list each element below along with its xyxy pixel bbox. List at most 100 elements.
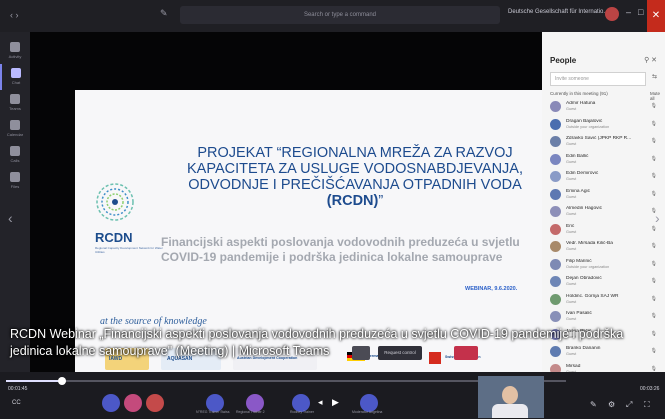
participant-row[interactable]: Dragan Bajalović Outside your organizatio… — [542, 116, 665, 134]
participant-role: Guest — [566, 159, 577, 164]
slide-title: PROJEKAT “REGIONALNA MREŽA ZA RAZVOJ KAP… — [175, 145, 535, 209]
rail-item-label: Calls — [10, 158, 20, 163]
rail-item-calls[interactable]: Calls — [0, 142, 30, 168]
microphone-icon[interactable]: 🎙 — [651, 138, 657, 144]
participant-avatar[interactable] — [102, 394, 120, 412]
microphone-icon[interactable]: 🎙 — [651, 103, 657, 109]
stop-sharing-button[interactable] — [454, 346, 478, 360]
volume-icon[interactable]: ◂ — [318, 397, 323, 408]
microphone-icon[interactable]: 🎙 — [651, 226, 657, 232]
settings-icon[interactable]: ⚙ — [608, 400, 615, 409]
calls-icon — [10, 146, 20, 156]
participant-row[interactable]: Filip Marinić Outside your organization 🎙 — [542, 256, 665, 274]
participant-row[interactable]: Erić Guest 🎙 — [542, 221, 665, 239]
maximize-icon[interactable]: □ — [638, 7, 643, 17]
expand-icon[interactable]: ⛶ — [644, 400, 650, 410]
participant-name: Erić — [566, 223, 575, 229]
request-control-button[interactable]: Request control — [378, 346, 422, 360]
microphone-icon[interactable]: 🎙 — [651, 173, 657, 179]
progress-knob[interactable] — [58, 377, 66, 385]
slide-title-text: PROJEKAT “REGIONALNA MREŽA ZA RAZVOJ KAP… — [187, 145, 523, 193]
participant-name: Almedin Hagović — [566, 206, 602, 211]
close-icon[interactable]: ✕ — [647, 0, 665, 32]
participant-avatar[interactable] — [124, 394, 142, 412]
rail-item-activity[interactable]: Activity — [0, 38, 30, 64]
participant-avatar — [550, 171, 561, 182]
self-video-thumbnail[interactable] — [478, 376, 544, 418]
participant-row[interactable]: Edin Ballić Guest 🎙 — [542, 151, 665, 169]
webinar-date: WEBINAR, 9.6.2020. — [465, 286, 518, 292]
participant-row[interactable]: Edin Demirović Guest 🎙 — [542, 168, 665, 186]
participant-role: Guest — [566, 282, 577, 286]
participant-row[interactable]: Zdravko Savić (JPKP RKP R... Guest 🎙 — [542, 133, 665, 151]
screen-share-icon[interactable] — [352, 346, 370, 360]
elapsed-time: 00:01:45 — [8, 386, 28, 392]
participant-avatar — [550, 153, 561, 165]
people-title: People — [550, 56, 577, 65]
rail-item-label: Calendar — [6, 132, 24, 137]
participant-role: Guest — [566, 107, 577, 111]
participant-name: Vedr. Mirsada Kilić-Ba — [566, 241, 613, 246]
rail-item-teams[interactable]: Teams — [0, 90, 30, 116]
microphone-icon[interactable]: 🎙 — [651, 261, 657, 267]
participant-avatar — [550, 258, 561, 270]
participant-avatar — [550, 206, 561, 217]
play-icon[interactable]: ▶ — [332, 397, 339, 408]
participant-name: Mirsad — [566, 363, 581, 369]
microphone-icon[interactable]: 🎙 — [651, 366, 657, 372]
participant-name: Admir Hatuna — [566, 101, 596, 106]
participant-label: N°REG Trainer Swiss — [196, 410, 230, 414]
rail-item-files[interactable]: Files — [0, 168, 30, 194]
rail-item-calendar[interactable]: Calendar — [0, 116, 30, 142]
participant-avatar — [550, 136, 561, 147]
participant-row[interactable]: Emina Agić Guest 🎙 — [542, 186, 665, 204]
participant-role: Outside your organization — [566, 124, 610, 129]
slide-subtitle: Financijski aspekti poslovanja vodovodni… — [161, 235, 520, 264]
compose-icon[interactable]: ✎ — [160, 8, 170, 18]
participant-role: Guest — [566, 229, 577, 234]
participant-name: Holdinc. Gornja SAJ WR — [566, 293, 619, 299]
participant-row[interactable]: Vedr. Mirsada Kilić-Ba Guest 🎙 — [542, 238, 665, 256]
chevron-right-icon[interactable]: › — [655, 210, 660, 226]
participant-avatar[interactable] — [146, 394, 164, 412]
participants-section[interactable]: Currently in this meeting (91) — [550, 91, 608, 96]
rail-item-label: Chat — [11, 80, 21, 85]
person-shirt — [492, 404, 528, 418]
search-input[interactable]: Search or type a command — [180, 6, 500, 24]
participant-avatar — [550, 223, 561, 235]
captions-button[interactable]: CC — [12, 400, 21, 406]
participant-row[interactable]: Almedin Hagović Guest 🎙 — [542, 203, 665, 221]
slide-title-quote: ” — [378, 193, 384, 209]
invite-input[interactable]: Invite someone — [550, 72, 646, 86]
microphone-icon[interactable]: 🎙 — [651, 121, 657, 127]
participant-row[interactable]: Dejan Obradović Guest 🎙 — [542, 273, 665, 291]
participant-label: Rodney Trainer — [290, 410, 314, 414]
minimize-icon[interactable]: – — [626, 7, 631, 17]
participant-name: Edin Demirović — [566, 171, 599, 176]
chevron-left-icon[interactable]: ‹ — [8, 210, 13, 226]
participant-name: Dragan Bajalović — [566, 118, 603, 124]
edit-icon[interactable]: ✎ — [590, 400, 597, 409]
close-panel-icon[interactable]: ⚲ ✕ — [644, 56, 657, 64]
back-forward-icon[interactable]: ‹ › — [10, 10, 19, 20]
microphone-icon[interactable]: 🎙 — [651, 278, 657, 284]
rcdn-logo-icon — [96, 183, 134, 221]
microphone-icon[interactable]: 🎙 — [651, 243, 657, 249]
share-invite-icon[interactable]: ⇆ — [652, 73, 657, 80]
participant-role: Guest — [566, 194, 577, 199]
microphone-icon[interactable]: 🎙 — [651, 191, 657, 197]
participant-role: Guest — [566, 177, 577, 181]
rail-item-label: Files — [10, 184, 20, 189]
participant-row[interactable]: Admir Hatuna Guest 🎙 — [542, 98, 665, 116]
user-avatar[interactable] — [605, 7, 619, 21]
progress-fill — [6, 380, 62, 382]
logo-subtitle: Regional Capacity Development Network fo… — [95, 246, 163, 254]
microphone-icon[interactable]: 🎙 — [651, 296, 657, 302]
video-title-overlay: RCDN Webinar „Financijski aspekti poslov… — [0, 302, 665, 362]
fullscreen-icon[interactable]: ⤢ — [626, 400, 632, 410]
files-icon — [10, 172, 20, 182]
rail-item-chat[interactable]: Chat — [0, 64, 30, 90]
org-switcher[interactable]: Deutsche Gesellschaft für Internatio... — [508, 9, 608, 15]
microphone-icon[interactable]: 🎙 — [651, 156, 657, 162]
participant-avatar — [550, 101, 561, 112]
